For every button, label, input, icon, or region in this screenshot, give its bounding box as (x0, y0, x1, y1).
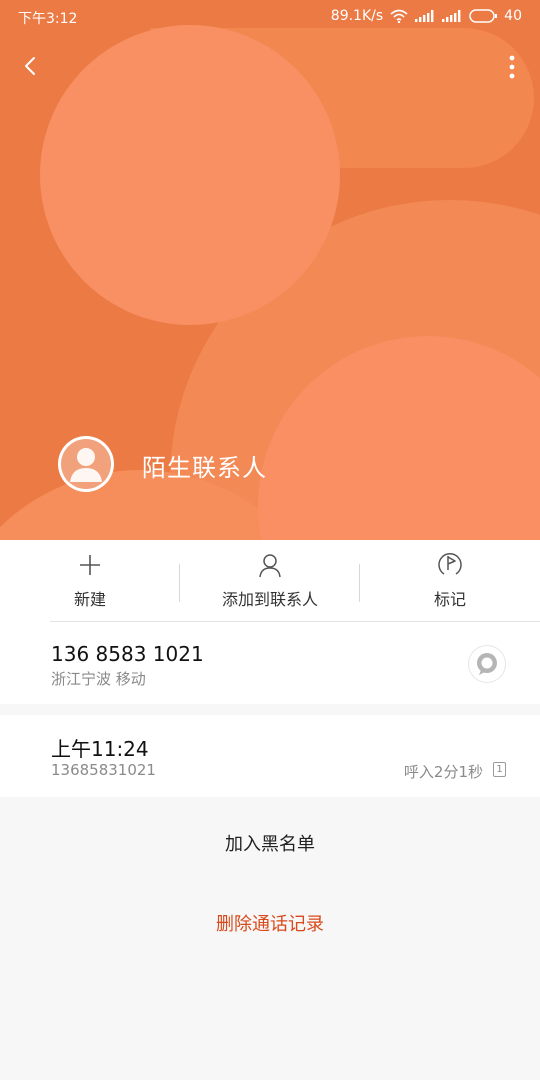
new-contact-button[interactable]: 新建 (0, 540, 180, 622)
more-vertical-icon (509, 55, 515, 79)
delete-call-log-button[interactable]: 删除通话记录 (0, 910, 540, 936)
back-button[interactable] (16, 52, 44, 80)
mark-label: 标记 (433, 590, 466, 609)
phone-location: 浙江宁波 移动 (51, 670, 146, 688)
battery-icon (469, 9, 498, 23)
add-to-contacts-label: 添加到联系人 (221, 590, 318, 609)
sim-slot-badge: 1 (493, 762, 506, 777)
person-icon (259, 554, 281, 578)
flag-icon (438, 553, 462, 575)
status-bar: 下午3:12 89.1K/s 40 (0, 0, 540, 34)
wifi-icon (390, 9, 408, 23)
add-to-contacts-button[interactable]: 添加到联系人 (180, 540, 360, 622)
decorative-shape (40, 25, 340, 325)
message-bubble-icon (477, 653, 497, 675)
plus-icon (80, 555, 100, 575)
avatar[interactable] (58, 436, 114, 492)
chevron-left-icon (25, 57, 35, 75)
signal-icon (442, 10, 462, 22)
call-number: 13685831021 (51, 761, 156, 779)
call-record-row[interactable]: 上午11:24 13685831021 呼入2分1秒 1 (0, 715, 540, 797)
call-detail: 呼入2分1秒 (403, 763, 483, 781)
new-contact-label: 新建 (73, 590, 106, 609)
action-bar: 新建 添加到联系人 标记 (0, 540, 540, 622)
add-to-blacklist-button[interactable]: 加入黑名单 (0, 830, 540, 856)
phone-number-row[interactable]: 136 8583 1021 浙江宁波 移动 (0, 622, 540, 704)
person-silhouette-icon (61, 439, 111, 489)
phone-number: 136 8583 1021 (51, 642, 204, 666)
status-time: 下午3:12 (18, 11, 78, 27)
battery-level: 40 (504, 8, 522, 24)
status-indicators: 89.1K/s 40 (331, 8, 522, 24)
contact-header: 下午3:12 89.1K/s 40 陌生联系人 (0, 0, 540, 540)
mark-button[interactable]: 标记 (360, 540, 540, 622)
network-speed: 89.1K/s (330, 8, 384, 24)
more-options-button[interactable] (506, 54, 518, 80)
contact-name: 陌生联系人 (142, 454, 267, 482)
send-message-button[interactable] (468, 645, 506, 683)
signal-icon (415, 10, 435, 22)
call-time: 上午11:24 (51, 737, 149, 761)
